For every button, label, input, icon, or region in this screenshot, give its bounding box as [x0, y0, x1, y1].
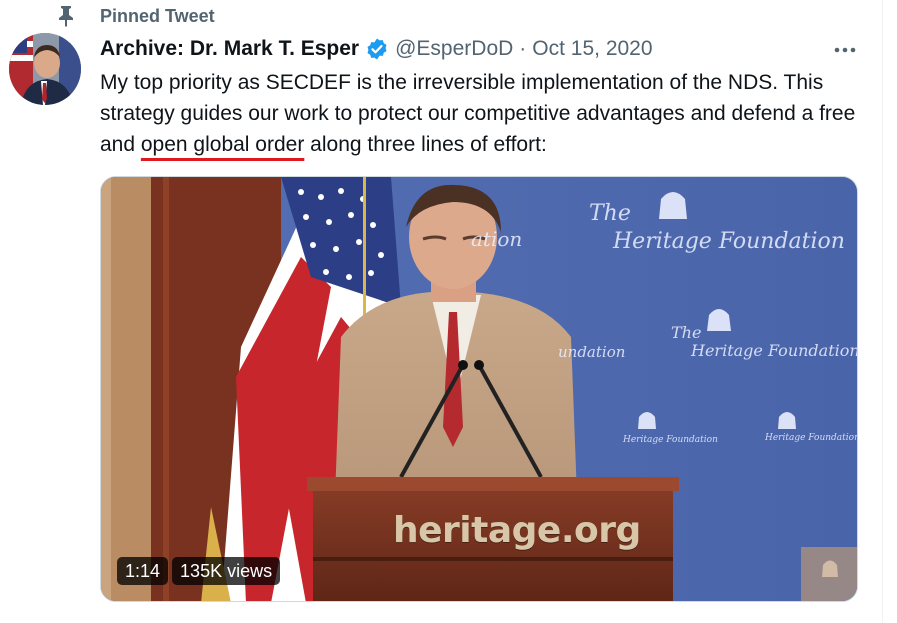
watermark-partial: ation: [471, 227, 523, 251]
author-handle[interactable]: @EsperDoD: [395, 37, 513, 61]
video-views: 135K views: [172, 557, 281, 585]
watermark-name-3: Heritage Foundation: [623, 435, 718, 445]
video-badges: 1:14 135K views: [117, 557, 281, 585]
watermark-partial-2: undation: [558, 343, 626, 361]
header-separator: ·: [519, 37, 527, 60]
verified-badge-icon: [367, 38, 387, 60]
tweet-text-highlight: open global order: [140, 133, 305, 156]
avatar-image: [9, 33, 81, 105]
column-divider: [882, 0, 883, 623]
tweet-date[interactable]: Oct 15, 2020: [532, 37, 652, 61]
tweet-text-after: along three lines of effort:: [304, 133, 547, 156]
avatar[interactable]: [9, 33, 81, 105]
watermark-name: Heritage Foundation: [613, 229, 845, 254]
watermark-name-2: Heritage Foundation: [691, 341, 858, 360]
video-player[interactable]: The Heritage Foundation ation The Herita…: [100, 176, 858, 602]
tweet-page: Pinned Tweet Archive: Dr. Mark T. Esper …: [0, 0, 897, 623]
tweet-text: My top priority as SECDEF is the irrever…: [100, 67, 860, 160]
more-horizontal-icon[interactable]: [832, 38, 858, 62]
pin-icon: [59, 6, 73, 27]
tweet-header: Archive: Dr. Mark T. Esper @EsperDoD · O…: [100, 34, 653, 64]
pinned-label: Pinned Tweet: [100, 5, 215, 26]
author-display-name[interactable]: Archive: Dr. Mark T. Esper: [100, 37, 359, 61]
video-duration: 1:14: [117, 557, 169, 585]
watermark-the-2: The: [671, 323, 702, 342]
pinned-indicator: Pinned Tweet: [56, 4, 215, 28]
watermark-the: The: [589, 201, 631, 226]
watermark-name-4: Heritage Foundation: [765, 433, 858, 443]
podium-text: heritage.org: [393, 510, 641, 551]
